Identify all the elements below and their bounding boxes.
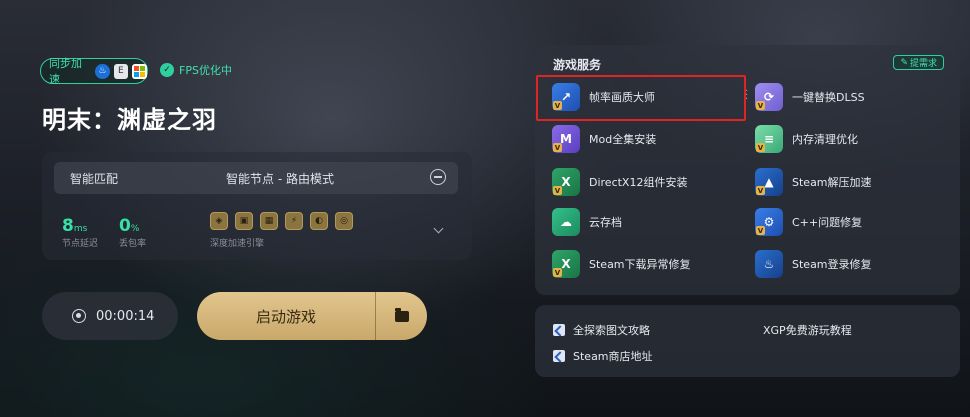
- request-button[interactable]: ✎ 提需求: [893, 55, 944, 70]
- steam-unzip-icon: ▲ V: [755, 168, 783, 196]
- service-cloud-save[interactable]: ☁ 云存档: [552, 207, 622, 237]
- directx-icon: XV: [552, 168, 580, 196]
- service-label: 一键替换DLSS: [792, 91, 865, 104]
- timer-value: 00:00:14: [96, 308, 155, 324]
- game-title: 明末：渊虚之羽: [42, 106, 217, 134]
- service-steam-unzip[interactable]: ▲ V Steam解压加速: [755, 167, 872, 197]
- match-mode: 智能匹配: [70, 172, 119, 186]
- service-steam-download[interactable]: XV Steam下载异常修复: [552, 249, 691, 279]
- service-label: Steam登录修复: [792, 258, 872, 271]
- open-folder-button[interactable]: [376, 292, 427, 340]
- cpp-fix-icon: ⚙ V: [755, 208, 783, 236]
- services-title: 游戏服务: [553, 58, 602, 72]
- steam-download-icon: XV: [552, 250, 580, 278]
- guide-label: 全探索图文攻略: [573, 324, 650, 337]
- service-label: Steam下载异常修复: [589, 258, 691, 271]
- service-directx[interactable]: XV DirectX12组件安装: [552, 167, 687, 197]
- guide-link-xgp[interactable]: XGP免费游玩教程: [763, 322, 852, 338]
- record-icon: [72, 309, 86, 323]
- node-mode: 智能节点 - 路由模式: [226, 172, 334, 186]
- globe-icon[interactable]: [430, 169, 446, 185]
- timer-button[interactable]: 00:00:14: [42, 292, 178, 340]
- fps-label: FPS优化中: [179, 64, 232, 77]
- microsoft-icon: [132, 63, 147, 79]
- loss-stat: 0% 丢包率: [119, 216, 146, 249]
- sync-accel-badge: 同步加速 ♨ E: [40, 57, 148, 86]
- service-label: C++问题修复: [792, 216, 863, 229]
- guide-label: XGP免费游玩教程: [763, 324, 852, 337]
- fps-status: ✓ FPS优化中: [160, 62, 232, 78]
- guides-panel: 全探索图文攻略 XGP免费游玩教程 Steam商店地址: [535, 305, 960, 377]
- service-mod[interactable]: MV Mod全集安装: [552, 124, 656, 154]
- loss-unit: %: [130, 224, 140, 234]
- service-steam-login[interactable]: ♨ Steam登录修复: [755, 249, 872, 279]
- latency-value: 8: [62, 216, 74, 236]
- service-cpp-fix[interactable]: ⚙ V C++问题修复: [755, 207, 862, 237]
- sync-accel-label: 同步加速: [49, 57, 82, 86]
- loss-label: 丢包率: [119, 239, 147, 249]
- start-game-button[interactable]: 启动游戏: [197, 292, 375, 340]
- service-label: Mod全集安装: [589, 133, 657, 146]
- service-label: 云存档: [589, 216, 622, 229]
- dlss-icon: ⟳ V: [755, 83, 783, 111]
- link-icon: [553, 350, 565, 362]
- service-label: Steam解压加速: [792, 176, 872, 189]
- link-icon: [553, 324, 565, 336]
- mod-icon: MV: [552, 125, 580, 153]
- epic-icon: E: [113, 63, 128, 79]
- latency-unit: ms: [73, 224, 88, 234]
- engine-icon: ◎: [335, 212, 353, 230]
- check-icon: ✓: [160, 63, 174, 77]
- start-game-group: 启动游戏: [197, 292, 427, 340]
- steam-icon: ♨: [95, 63, 110, 79]
- latency-label: 节点延迟: [62, 239, 99, 249]
- engine-icon: ⚡: [285, 212, 303, 230]
- engine-icon: ▦: [260, 212, 278, 230]
- network-card: 智能匹配 智能节点 - 路由模式 8ms 节点延迟 0% 丢包率 ◈ ▣ ▦ ⚡…: [42, 152, 472, 260]
- highlight-box: [536, 75, 746, 121]
- guide-label: Steam商店地址: [573, 350, 653, 363]
- service-memory[interactable]: ≡ V 内存清理优化: [755, 124, 858, 154]
- service-label: 内存清理优化: [792, 133, 858, 146]
- service-label: DirectX12组件安装: [589, 176, 688, 189]
- engine-icon: ◈: [210, 212, 228, 230]
- pen-icon: ✎: [900, 57, 908, 68]
- guide-link-walkthrough[interactable]: 全探索图文攻略: [553, 322, 650, 338]
- request-label: 提需求: [909, 59, 937, 69]
- cloud-save-icon: ☁: [552, 208, 580, 236]
- chevron-down-icon[interactable]: [433, 223, 444, 234]
- engine-icons: ◈ ▣ ▦ ⚡ ◐ ◎: [210, 212, 353, 230]
- latency-stat: 8ms 节点延迟: [62, 216, 98, 249]
- memory-icon: ≡ V: [755, 125, 783, 153]
- route-mode-bar[interactable]: 智能匹配 智能节点 - 路由模式: [54, 162, 458, 194]
- engine-label: 深度加速引擎: [210, 239, 265, 249]
- steam-login-icon: ♨: [755, 250, 783, 278]
- engine-icon: ▣: [235, 212, 253, 230]
- guide-link-steam-store[interactable]: Steam商店地址: [553, 348, 653, 364]
- engine-icon: ◐: [310, 212, 328, 230]
- service-dlss[interactable]: ⟳ V 一键替换DLSS: [755, 82, 865, 112]
- loss-value: 0: [119, 216, 131, 236]
- folder-icon: [394, 307, 409, 322]
